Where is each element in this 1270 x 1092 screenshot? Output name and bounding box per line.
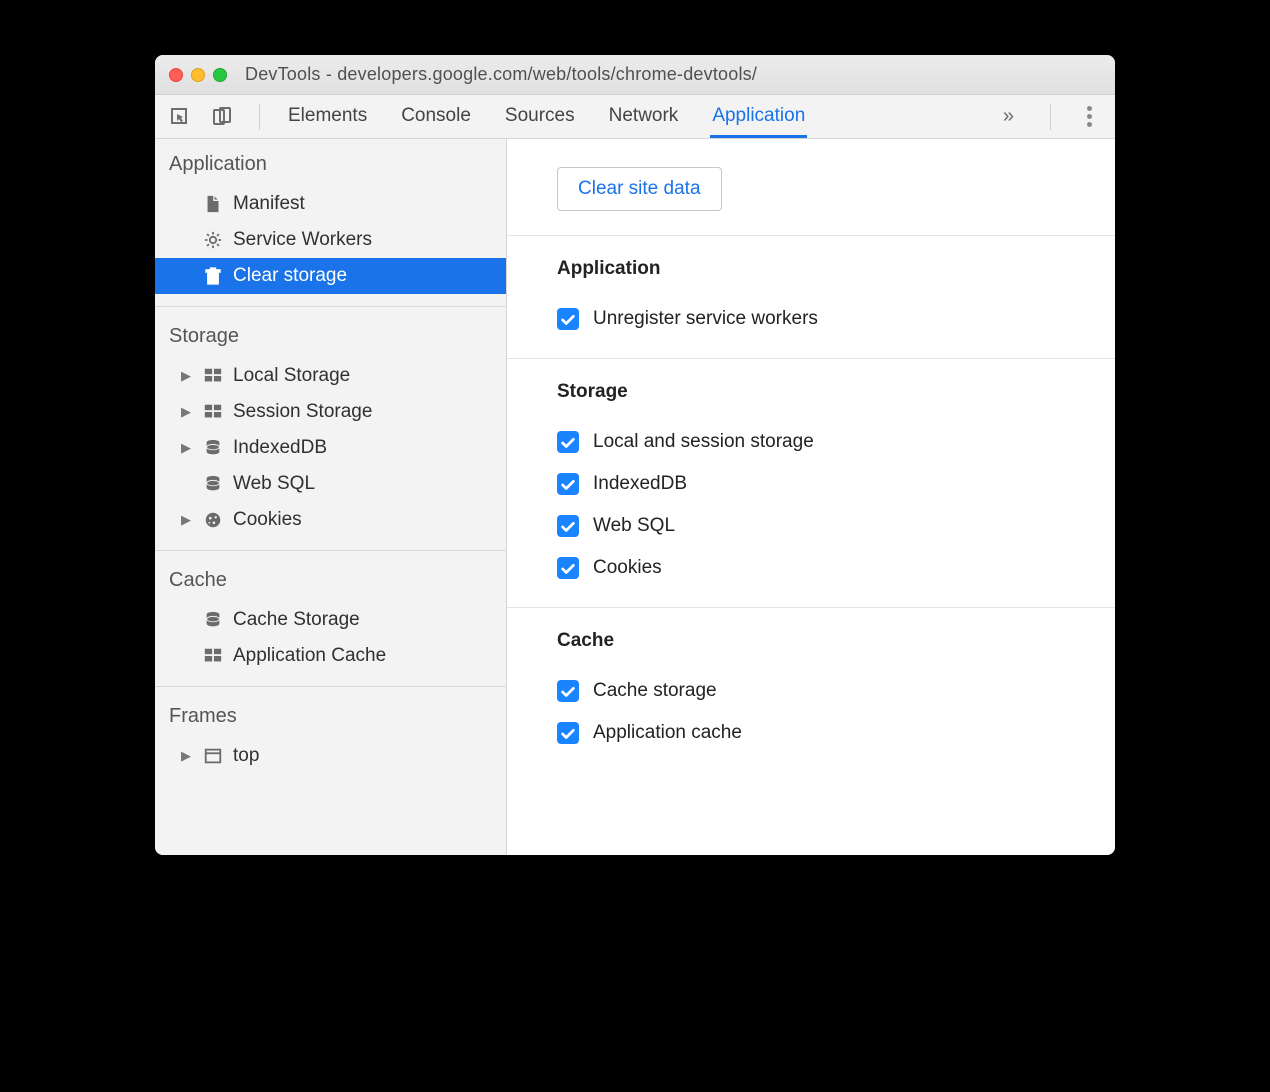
divider (1050, 104, 1051, 130)
checkbox-icon (557, 722, 579, 744)
sidebar-item-label: Application Cache (233, 645, 386, 667)
sidebar-item-label: Web SQL (233, 473, 315, 495)
devtools-toolbar: Elements Console Sources Network Applica… (155, 95, 1115, 139)
close-window-button[interactable] (169, 68, 183, 82)
sidebar-item-label: Cache Storage (233, 609, 360, 631)
grid-icon (203, 402, 223, 422)
divider (259, 104, 260, 130)
checkbox-websql[interactable]: Web SQL (557, 505, 1115, 547)
tab-sources[interactable]: Sources (503, 96, 577, 138)
sidebar-item-label: Local Storage (233, 365, 350, 387)
checkbox-label: Web SQL (593, 515, 675, 537)
traffic-lights (169, 68, 227, 82)
checkbox-cache-storage[interactable]: Cache storage (557, 670, 1115, 712)
database-icon (203, 610, 223, 630)
panel-tabs: Elements Console Sources Network Applica… (286, 96, 973, 138)
clear-storage-pane: Clear site data Application Unregister s… (507, 139, 1115, 855)
zoom-window-button[interactable] (213, 68, 227, 82)
sidebar-item-label: Cookies (233, 509, 302, 531)
group-application: Application (155, 139, 506, 186)
overflow-tabs-icon[interactable]: » (993, 101, 1024, 132)
sidebar-item-manifest[interactable]: ▶ Manifest (155, 186, 506, 222)
sidebar-item-application-cache[interactable]: ▶ Application Cache (155, 638, 506, 674)
checkbox-icon (557, 515, 579, 537)
checkbox-label: Cookies (593, 557, 662, 579)
checkbox-label: Local and session storage (593, 431, 814, 453)
tab-console[interactable]: Console (399, 96, 473, 138)
checkbox-icon (557, 431, 579, 453)
sidebar-item-label: Manifest (233, 193, 305, 215)
sidebar-item-label: Session Storage (233, 401, 372, 423)
device-toggle-icon[interactable] (211, 106, 233, 128)
minimize-window-button[interactable] (191, 68, 205, 82)
sidebar-item-indexeddb[interactable]: ▶ IndexedDB (155, 430, 506, 466)
sidebar-item-session-storage[interactable]: ▶ Session Storage (155, 394, 506, 430)
group-storage: Storage (155, 311, 506, 358)
sidebar-item-clear-storage[interactable]: ▶ Clear storage (155, 258, 506, 294)
checkbox-label: Unregister service workers (593, 308, 818, 330)
checkbox-application-cache[interactable]: Application cache (557, 712, 1115, 754)
checkbox-icon (557, 557, 579, 579)
trash-icon (203, 266, 223, 286)
checkbox-unregister-service-workers[interactable]: Unregister service workers (557, 298, 1115, 340)
section-heading: Cache (557, 630, 1115, 652)
group-cache: Cache (155, 555, 506, 602)
sidebar-item-label: Clear storage (233, 265, 347, 287)
section-storage: Storage Local and session storage Indexe… (507, 358, 1115, 607)
checkbox-cookies[interactable]: Cookies (557, 547, 1115, 589)
checkbox-icon (557, 308, 579, 330)
frame-icon (203, 746, 223, 766)
database-icon (203, 474, 223, 494)
checkbox-label: Cache storage (593, 680, 717, 702)
checkbox-icon (557, 473, 579, 495)
section-cache: Cache Cache storage Application cache (507, 607, 1115, 772)
section-heading: Storage (557, 381, 1115, 403)
database-icon (203, 438, 223, 458)
window-title: DevTools - developers.google.com/web/too… (245, 64, 757, 85)
menu-icon[interactable] (1077, 103, 1101, 130)
sidebar-item-service-workers[interactable]: ▶ Service Workers (155, 222, 506, 258)
sidebar-item-top-frame[interactable]: ▶ top (155, 738, 506, 774)
section-application: Application Unregister service workers (507, 235, 1115, 358)
checkbox-label: IndexedDB (593, 473, 687, 495)
sidebar-item-label: Service Workers (233, 229, 372, 251)
tab-elements[interactable]: Elements (286, 96, 369, 138)
divider (155, 550, 506, 551)
divider (155, 686, 506, 687)
checkbox-icon (557, 680, 579, 702)
grid-icon (203, 366, 223, 386)
application-sidebar: Application ▶ Manifest ▶ Service Workers… (155, 139, 507, 855)
checkbox-indexeddb[interactable]: IndexedDB (557, 463, 1115, 505)
sidebar-item-local-storage[interactable]: ▶ Local Storage (155, 358, 506, 394)
clear-site-data-button[interactable]: Clear site data (557, 167, 722, 211)
checkbox-local-session-storage[interactable]: Local and session storage (557, 421, 1115, 463)
sidebar-item-cache-storage[interactable]: ▶ Cache Storage (155, 602, 506, 638)
sidebar-item-websql[interactable]: ▶ Web SQL (155, 466, 506, 502)
file-icon (203, 194, 223, 214)
gear-icon (203, 230, 223, 250)
cookie-icon (203, 510, 223, 530)
titlebar: DevTools - developers.google.com/web/too… (155, 55, 1115, 95)
grid-icon (203, 646, 223, 666)
devtools-window: DevTools - developers.google.com/web/too… (155, 55, 1115, 855)
group-frames: Frames (155, 691, 506, 738)
section-heading: Application (557, 258, 1115, 280)
inspect-element-icon[interactable] (169, 106, 191, 128)
sidebar-item-cookies[interactable]: ▶ Cookies (155, 502, 506, 538)
checkbox-label: Application cache (593, 722, 742, 744)
divider (155, 306, 506, 307)
tab-network[interactable]: Network (607, 96, 681, 138)
sidebar-item-label: IndexedDB (233, 437, 327, 459)
sidebar-item-label: top (233, 745, 259, 767)
tab-application[interactable]: Application (710, 96, 807, 138)
